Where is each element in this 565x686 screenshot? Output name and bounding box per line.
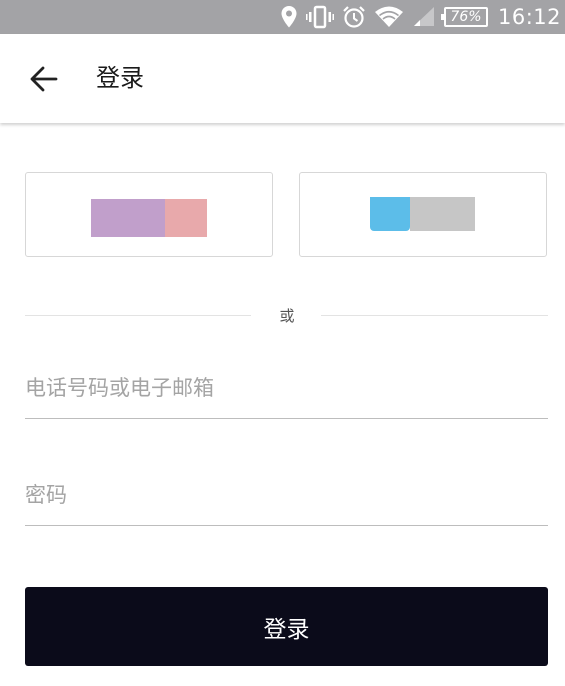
social-login-right[interactable] bbox=[299, 172, 547, 257]
vibrate-icon bbox=[305, 0, 334, 34]
cell-signal-icon bbox=[412, 0, 436, 34]
social-logo-left bbox=[91, 199, 207, 237]
back-button[interactable] bbox=[18, 58, 70, 100]
divider-line-right bbox=[321, 315, 548, 316]
arrow-left-icon bbox=[30, 66, 58, 92]
battery-icon: 76% bbox=[440, 7, 488, 27]
login-button[interactable]: 登录 bbox=[25, 587, 548, 666]
status-icons: 76% 16:12 bbox=[272, 0, 565, 34]
password-input[interactable] bbox=[25, 465, 548, 526]
phone-email-input[interactable] bbox=[25, 358, 548, 419]
social-logo-right bbox=[370, 197, 475, 235]
app-bar: 登录 bbox=[0, 34, 565, 123]
divider-line-left bbox=[25, 315, 251, 316]
alarm-icon bbox=[342, 0, 366, 34]
social-login-left[interactable] bbox=[25, 172, 273, 257]
status-bar: 76% 16:12 bbox=[0, 0, 565, 34]
location-icon bbox=[280, 0, 298, 34]
clock: 16:12 bbox=[497, 5, 561, 29]
battery-level: 76% bbox=[450, 9, 482, 25]
page-title: 登录 bbox=[96, 64, 144, 92]
wifi-icon bbox=[374, 0, 404, 34]
divider-text: 或 bbox=[279, 307, 295, 325]
